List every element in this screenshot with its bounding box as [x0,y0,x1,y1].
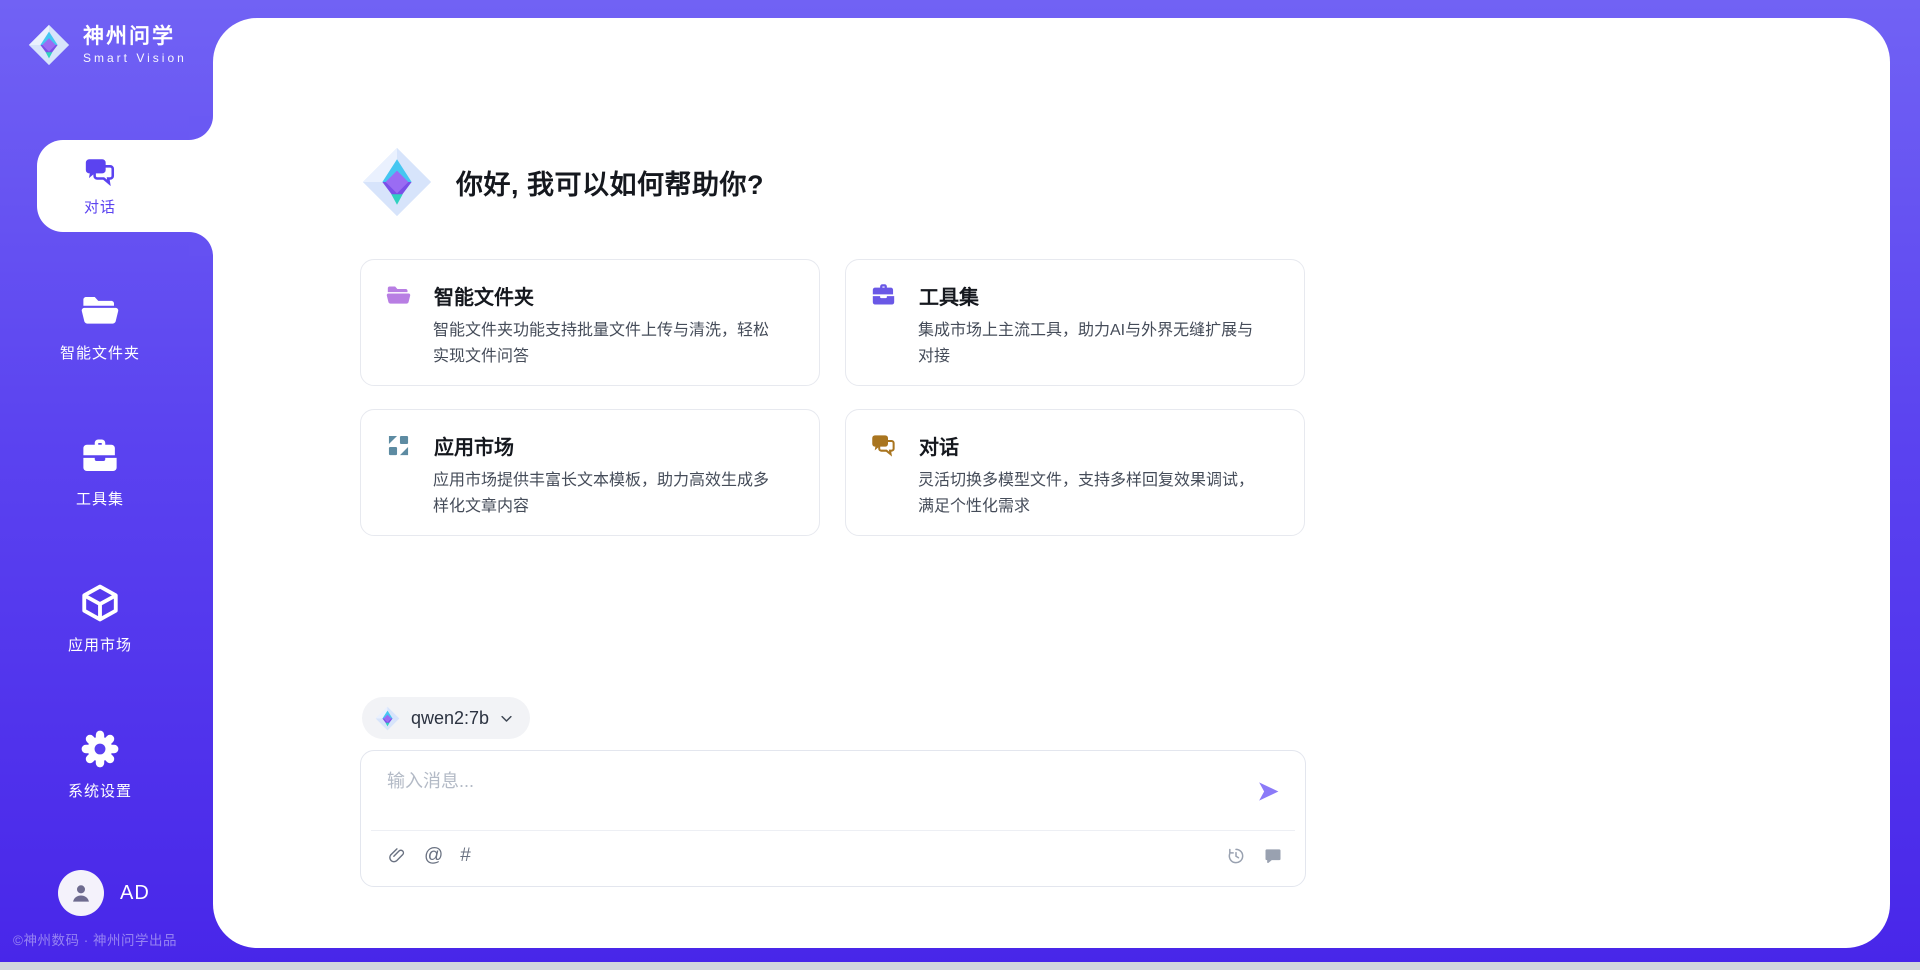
greeting-title: 你好, 我可以如何帮助你? [456,163,764,202]
active-tab-flare-bottom [189,232,213,256]
card-smart-folder[interactable]: 智能文件夹 智能文件夹功能支持批量文件上传与清洗，轻松实现文件问答 [360,259,820,386]
person-icon [68,880,94,906]
assistant-logo-icon [358,143,436,221]
hashtag-icon[interactable]: # [460,845,471,867]
composer-divider [371,830,1295,831]
bottom-scrollbar-track[interactable] [0,962,1920,970]
feedback-bubble-icon[interactable] [1263,846,1283,866]
toolbox-icon [870,282,897,309]
sidebar-item-label: 应用市场 [68,634,132,655]
card-description: 集成市场上主流工具，助力AI与外界无缝扩展与对接 [918,318,1263,370]
card-title: 工具集 [919,281,979,310]
message-composer: @ # [360,750,1306,887]
sidebar-item-label: 系统设置 [68,780,132,801]
sidebar-item-label: 对话 [84,196,116,217]
feature-cards: 智能文件夹 智能文件夹功能支持批量文件上传与清洗，轻松实现文件问答 工具集 集成… [360,259,1305,536]
card-title: 应用市场 [434,431,514,460]
brand-name: 神州问学 [83,25,187,49]
card-toolset[interactable]: 工具集 集成市场上主流工具，助力AI与外界无缝扩展与对接 [845,259,1305,386]
model-logo-icon [374,705,401,732]
sidebar-footer: ©神州数码 · 神州问学出品 [13,929,213,949]
mention-icon[interactable]: @ [424,845,443,867]
sidebar-item-label: 智能文件夹 [60,342,140,363]
app-root: { "brand": { "name": "神州问学", "subtitle":… [0,0,1920,970]
sidebar-item-chat[interactable]: 对话 [37,140,213,232]
card-description: 智能文件夹功能支持批量文件上传与清洗，轻松实现文件问答 [433,318,778,370]
user-name: AD [120,882,150,905]
sidebar-item-toolset[interactable]: 工具集 [30,436,170,509]
sidebar-item-settings[interactable]: 系统设置 [30,728,170,801]
sidebar-item-smart-folder[interactable]: 智能文件夹 [30,290,170,363]
gear-icon [79,728,121,770]
chevron-down-icon [499,711,514,726]
history-icon[interactable] [1226,846,1246,866]
card-title: 智能文件夹 [434,281,534,310]
chat-icon [870,432,897,459]
user-profile[interactable]: AD [58,870,150,916]
brand-logo-icon [26,22,72,68]
grid-icon [385,432,412,459]
greeting: 你好, 我可以如何帮助你? [358,143,764,221]
avatar [58,870,104,916]
sidebar-item-label: 工具集 [76,488,124,509]
message-input[interactable] [387,765,1187,797]
chat-icon [83,155,117,189]
brand: 神州问学 Smart Vision [26,22,187,68]
card-app-market[interactable]: 应用市场 应用市场提供丰富长文本模板，助力高效生成多样化文章内容 [360,409,820,536]
model-name: qwen2:7b [411,708,489,729]
sidebar-item-app-market[interactable]: 应用市场 [30,582,170,655]
card-chat[interactable]: 对话 灵活切换多模型文件，支持多样回复效果调试，满足个性化需求 [845,409,1305,536]
send-icon[interactable] [1256,779,1281,804]
card-description: 灵活切换多模型文件，支持多样回复效果调试，满足个性化需求 [918,468,1263,520]
folder-icon [385,282,412,309]
card-description: 应用市场提供丰富长文本模板，助力高效生成多样化文章内容 [433,468,778,520]
folder-icon [79,290,121,332]
model-selector[interactable]: qwen2:7b [362,697,530,739]
attachment-icon[interactable] [387,846,407,866]
brand-subtitle: Smart Vision [83,51,187,65]
toolbox-icon [79,436,121,478]
cube-icon [79,582,121,624]
card-title: 对话 [919,431,959,460]
active-tab-flare-top [189,116,213,140]
